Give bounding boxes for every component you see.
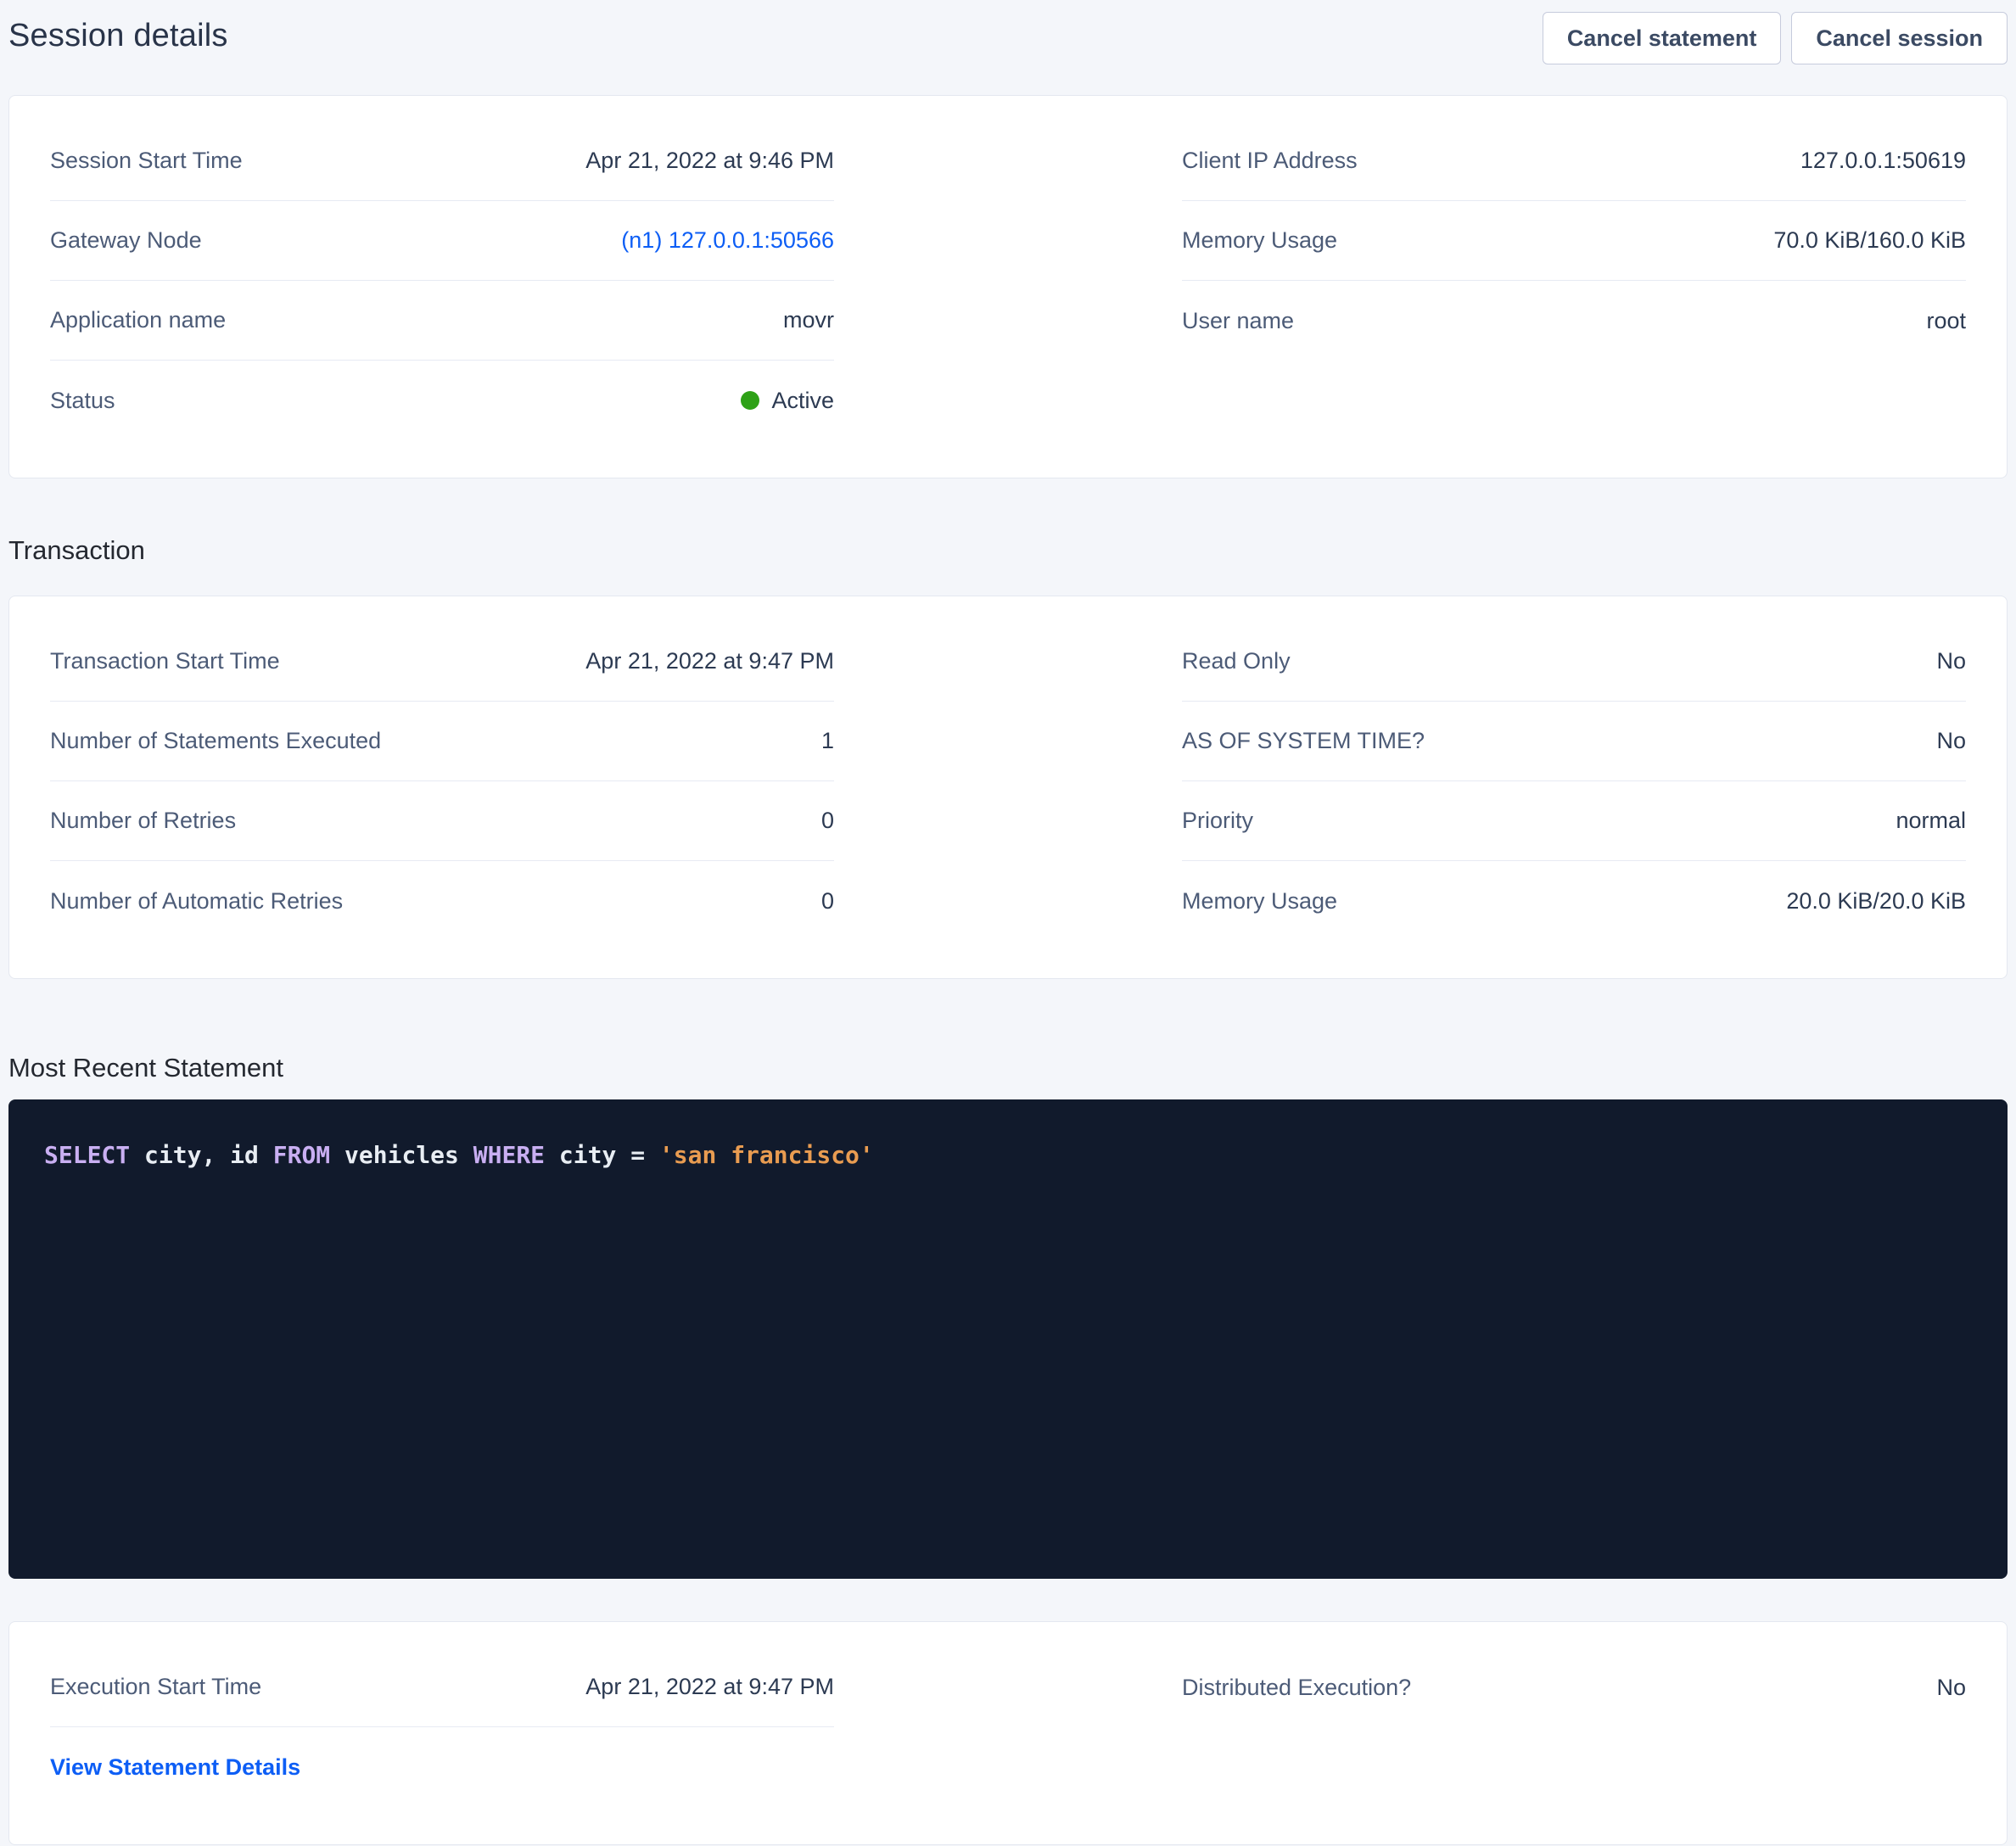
kv-value: Apr 21, 2022 at 9:46 PM <box>585 148 834 174</box>
kv-label: Number of Statements Executed <box>50 728 381 754</box>
page-header: Session details Cancel statement Cancel … <box>8 12 2008 64</box>
kv-label: Memory Usage <box>1182 888 1337 915</box>
sql-statement-box: SELECT city, id FROM vehicles WHERE city… <box>8 1099 2008 1579</box>
kv-label: Session Start Time <box>50 148 243 174</box>
gateway-node-link[interactable]: (n1) 127.0.0.1:50566 <box>621 227 834 253</box>
sql-string-literal: 'san francisco' <box>659 1141 874 1169</box>
status-row: Status Active <box>50 361 834 440</box>
status-value: Active <box>741 388 834 414</box>
kv-value: 127.0.0.1:50619 <box>1800 148 1966 174</box>
status-text: Active <box>771 388 834 413</box>
session-details-page: Session details Cancel statement Cancel … <box>0 0 2016 1845</box>
page-title: Session details <box>8 12 228 58</box>
session-start-time-row: Session Start Time Apr 21, 2022 at 9:46 … <box>50 121 834 201</box>
kv-value: No <box>1936 1675 1966 1701</box>
sql-text: city = <box>545 1141 659 1169</box>
kv-value: Apr 21, 2022 at 9:47 PM <box>585 1674 834 1700</box>
priority-row: Priority normal <box>1182 781 1966 861</box>
user-name-row: User name root <box>1182 281 1966 361</box>
most-recent-statement-heading: Most Recent Statement <box>8 1050 2008 1086</box>
kv-value: No <box>1936 728 1966 754</box>
sql-keyword: WHERE <box>473 1141 545 1169</box>
kv-value: root <box>1926 308 1966 334</box>
kv-value: Apr 21, 2022 at 9:47 PM <box>585 648 834 674</box>
kv-value: 0 <box>821 808 834 834</box>
view-statement-details-row: View Statement Details <box>50 1727 834 1807</box>
statements-executed-row: Number of Statements Executed 1 <box>50 702 834 781</box>
kv-value: 20.0 KiB/20.0 KiB <box>1786 888 1966 915</box>
header-actions: Cancel statement Cancel session <box>1543 12 2008 64</box>
transaction-card-right-column: Read Only No AS OF SYSTEM TIME? No Prior… <box>1182 622 1966 941</box>
execution-card: Execution Start Time Apr 21, 2022 at 9:4… <box>8 1621 2008 1845</box>
sql-text: city, id <box>130 1141 273 1169</box>
execution-card-right-column: Distributed Execution? No <box>1182 1647 1966 1807</box>
kv-label: Status <box>50 388 115 414</box>
cancel-statement-button[interactable]: Cancel statement <box>1543 12 1782 64</box>
number-of-retries-row: Number of Retries 0 <box>50 781 834 861</box>
transaction-section-heading: Transaction <box>8 533 2008 568</box>
session-card-right-column: Client IP Address 127.0.0.1:50619 Memory… <box>1182 121 1966 440</box>
kv-value: 1 <box>821 728 834 754</box>
client-ip-row: Client IP Address 127.0.0.1:50619 <box>1182 121 1966 201</box>
status-active-dot-icon <box>741 391 759 410</box>
execution-start-time-row: Execution Start Time Apr 21, 2022 at 9:4… <box>50 1647 834 1727</box>
kv-label: Execution Start Time <box>50 1674 261 1700</box>
kv-label: Memory Usage <box>1182 227 1337 254</box>
kv-label: Gateway Node <box>50 227 202 254</box>
distributed-execution-row: Distributed Execution? No <box>1182 1647 1966 1727</box>
sql-text: vehicles <box>330 1141 473 1169</box>
execution-card-left-column: Execution Start Time Apr 21, 2022 at 9:4… <box>50 1647 834 1807</box>
transaction-card-left-column: Transaction Start Time Apr 21, 2022 at 9… <box>50 622 834 941</box>
kv-value: 0 <box>821 888 834 915</box>
transaction-start-time-row: Transaction Start Time Apr 21, 2022 at 9… <box>50 622 834 702</box>
session-memory-usage-row: Memory Usage 70.0 KiB/160.0 KiB <box>1182 201 1966 281</box>
automatic-retries-row: Number of Automatic Retries 0 <box>50 861 834 941</box>
application-name-row: Application name movr <box>50 281 834 361</box>
transaction-card: Transaction Start Time Apr 21, 2022 at 9… <box>8 596 2008 979</box>
kv-label: Transaction Start Time <box>50 648 280 674</box>
kv-label: User name <box>1182 308 1294 334</box>
kv-label: Number of Automatic Retries <box>50 888 343 915</box>
session-card-left-column: Session Start Time Apr 21, 2022 at 9:46 … <box>50 121 834 440</box>
kv-value: movr <box>783 307 834 333</box>
kv-label: Client IP Address <box>1182 148 1358 174</box>
kv-value: No <box>1936 648 1966 674</box>
cancel-session-button[interactable]: Cancel session <box>1791 12 2008 64</box>
kv-label: AS OF SYSTEM TIME? <box>1182 728 1425 754</box>
kv-value: 70.0 KiB/160.0 KiB <box>1773 227 1966 254</box>
kv-label: Priority <box>1182 808 1253 834</box>
kv-label: Read Only <box>1182 648 1291 674</box>
view-statement-details-link[interactable]: View Statement Details <box>50 1754 300 1781</box>
as-of-system-time-row: AS OF SYSTEM TIME? No <box>1182 702 1966 781</box>
transaction-memory-usage-row: Memory Usage 20.0 KiB/20.0 KiB <box>1182 861 1966 941</box>
session-card: Session Start Time Apr 21, 2022 at 9:46 … <box>8 95 2008 478</box>
kv-label: Application name <box>50 307 226 333</box>
sql-keyword: FROM <box>273 1141 330 1169</box>
read-only-row: Read Only No <box>1182 622 1966 702</box>
kv-value: normal <box>1896 808 1966 834</box>
kv-label: Distributed Execution? <box>1182 1675 1411 1701</box>
kv-label: Number of Retries <box>50 808 236 834</box>
gateway-node-row: Gateway Node (n1) 127.0.0.1:50566 <box>50 201 834 281</box>
sql-keyword: SELECT <box>44 1141 130 1169</box>
